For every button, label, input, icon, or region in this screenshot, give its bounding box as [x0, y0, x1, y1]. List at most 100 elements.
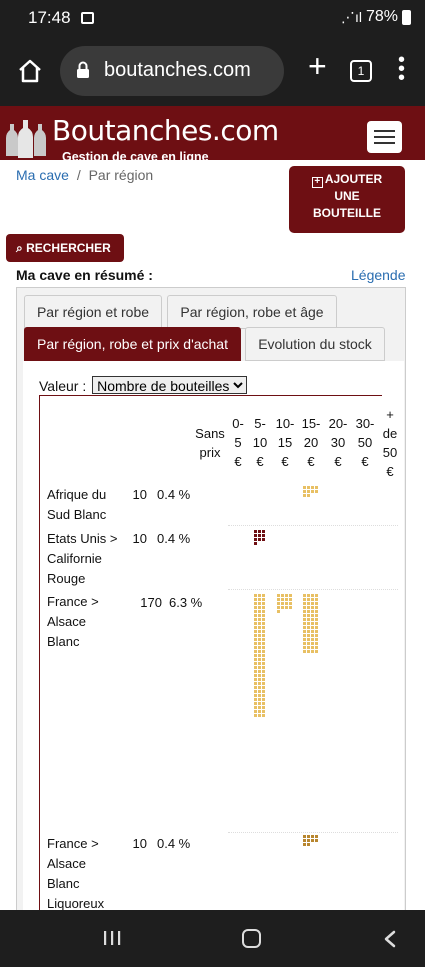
bottle-mark	[307, 638, 310, 641]
bottle-mark	[277, 610, 280, 613]
bottle-mark	[303, 606, 306, 609]
bottle-mark	[285, 606, 288, 609]
bottle-mark	[254, 534, 257, 537]
bottle-mark	[262, 530, 265, 533]
home-button-icon[interactable]	[242, 929, 261, 948]
col-header-20-30: 20- 30 €	[328, 416, 348, 469]
bottle-mark	[311, 598, 314, 601]
bottle-mark	[303, 598, 306, 601]
bottle-mark	[258, 670, 261, 673]
legend-link[interactable]: Légende	[351, 267, 406, 283]
bottle-mark	[307, 618, 310, 621]
bottle-mark	[303, 594, 306, 597]
bottle-mark	[307, 606, 310, 609]
tab-switcher-button[interactable]: 1	[350, 60, 372, 82]
row-count: 10	[132, 836, 147, 851]
browser-toolbar: boutanches.com + 1 • • •	[0, 36, 425, 106]
breadcrumb-current: Par région	[88, 167, 154, 183]
bottle-mark	[307, 646, 310, 649]
bottle-mark	[311, 626, 314, 629]
bottle-mark	[254, 630, 257, 633]
bottle-mark	[315, 650, 318, 653]
bottle-mark	[307, 835, 310, 838]
col-header-sans-prix: Sans prix	[195, 426, 225, 460]
bottle-mark	[262, 610, 265, 613]
bottle-mark	[262, 606, 265, 609]
bottle-mark	[262, 602, 265, 605]
bottle-mark	[311, 602, 314, 605]
tab-region-robe[interactable]: Par région et robe	[24, 295, 162, 329]
bottle-mark	[315, 630, 318, 633]
site-logo[interactable]: Boutanches.com Gestion de cave en ligne	[6, 112, 279, 164]
battery-level: 78%	[365, 8, 398, 25]
bottle-mark	[258, 598, 261, 601]
bottle-mark	[311, 839, 314, 842]
bottle-mark	[315, 486, 318, 489]
hamburger-menu-button[interactable]	[367, 121, 402, 153]
row-label-france-alsace-blanc: France > Alsace Blanc	[47, 594, 99, 649]
bottle-mark	[258, 690, 261, 693]
bottle-mark	[303, 638, 306, 641]
bottle-mark	[254, 626, 257, 629]
col-header-plus-50: + de 50 €	[382, 407, 398, 479]
bottle-mark	[303, 614, 306, 617]
bottle-marks-10-15	[277, 594, 292, 613]
bottle-mark	[281, 594, 284, 597]
add-bottle-button[interactable]: + AJOUTER UNE BOUTEILLE	[289, 166, 405, 233]
bottle-mark	[303, 646, 306, 649]
bottle-mark	[303, 602, 306, 605]
site-header: Boutanches.com Gestion de cave en ligne	[0, 106, 425, 164]
recent-apps-icon[interactable]	[103, 930, 121, 946]
bottle-mark	[315, 598, 318, 601]
lock-icon	[77, 61, 89, 78]
bottle-mark	[262, 690, 265, 693]
bottle-mark	[307, 626, 310, 629]
bottle-mark	[303, 622, 306, 625]
bottle-mark	[254, 706, 257, 709]
bottle-mark	[258, 618, 261, 621]
bottle-mark	[258, 714, 261, 717]
more-menu-icon[interactable]: • • •	[398, 50, 405, 88]
bottle-mark	[315, 638, 318, 641]
new-tab-icon[interactable]: +	[308, 48, 327, 85]
bottle-mark	[262, 686, 265, 689]
bottle-mark	[315, 610, 318, 613]
bottle-marks-5-10	[254, 594, 265, 717]
valeur-select[interactable]: Nombre de bouteilles	[92, 376, 248, 394]
bottle-mark	[303, 494, 306, 497]
breadcrumb-home-link[interactable]: Ma cave	[16, 167, 69, 183]
row-count: 10	[132, 487, 147, 502]
back-icon[interactable]	[383, 930, 397, 948]
bottle-mark	[258, 610, 261, 613]
bottle-mark	[311, 614, 314, 617]
logo-name: Boutanches.com	[52, 114, 279, 147]
bottle-mark	[303, 486, 306, 489]
bottle-mark	[315, 646, 318, 649]
tab-region-robe-prix[interactable]: Par région, robe et prix d'achat	[24, 327, 241, 361]
bottle-mark	[254, 622, 257, 625]
address-bar[interactable]: boutanches.com	[60, 46, 284, 96]
search-icon: ⌕	[16, 241, 23, 255]
bottle-mark	[254, 690, 257, 693]
bottle-mark	[315, 839, 318, 842]
bottle-mark	[315, 606, 318, 609]
row-percent: 6.3 %	[169, 595, 203, 610]
bottle-mark	[311, 490, 314, 493]
bottle-mark	[262, 626, 265, 629]
row-percent: 0.4 %	[157, 836, 191, 851]
bottle-mark	[303, 843, 306, 846]
bottle-mark	[262, 654, 265, 657]
bottle-mark	[254, 594, 257, 597]
bottle-mark	[262, 702, 265, 705]
tab-evolution-stock[interactable]: Evolution du stock	[245, 327, 385, 361]
bottle-mark	[262, 674, 265, 677]
bottle-mark	[315, 642, 318, 645]
bottle-mark	[258, 662, 261, 665]
bottle-mark	[311, 646, 314, 649]
bottle-mark	[258, 530, 261, 533]
home-icon[interactable]	[17, 58, 43, 84]
tab-region-robe-age[interactable]: Par région, robe et âge	[167, 295, 337, 329]
bottle-mark	[303, 626, 306, 629]
search-button[interactable]: ⌕ RECHERCHER	[6, 234, 124, 262]
bottle-mark	[277, 602, 280, 605]
